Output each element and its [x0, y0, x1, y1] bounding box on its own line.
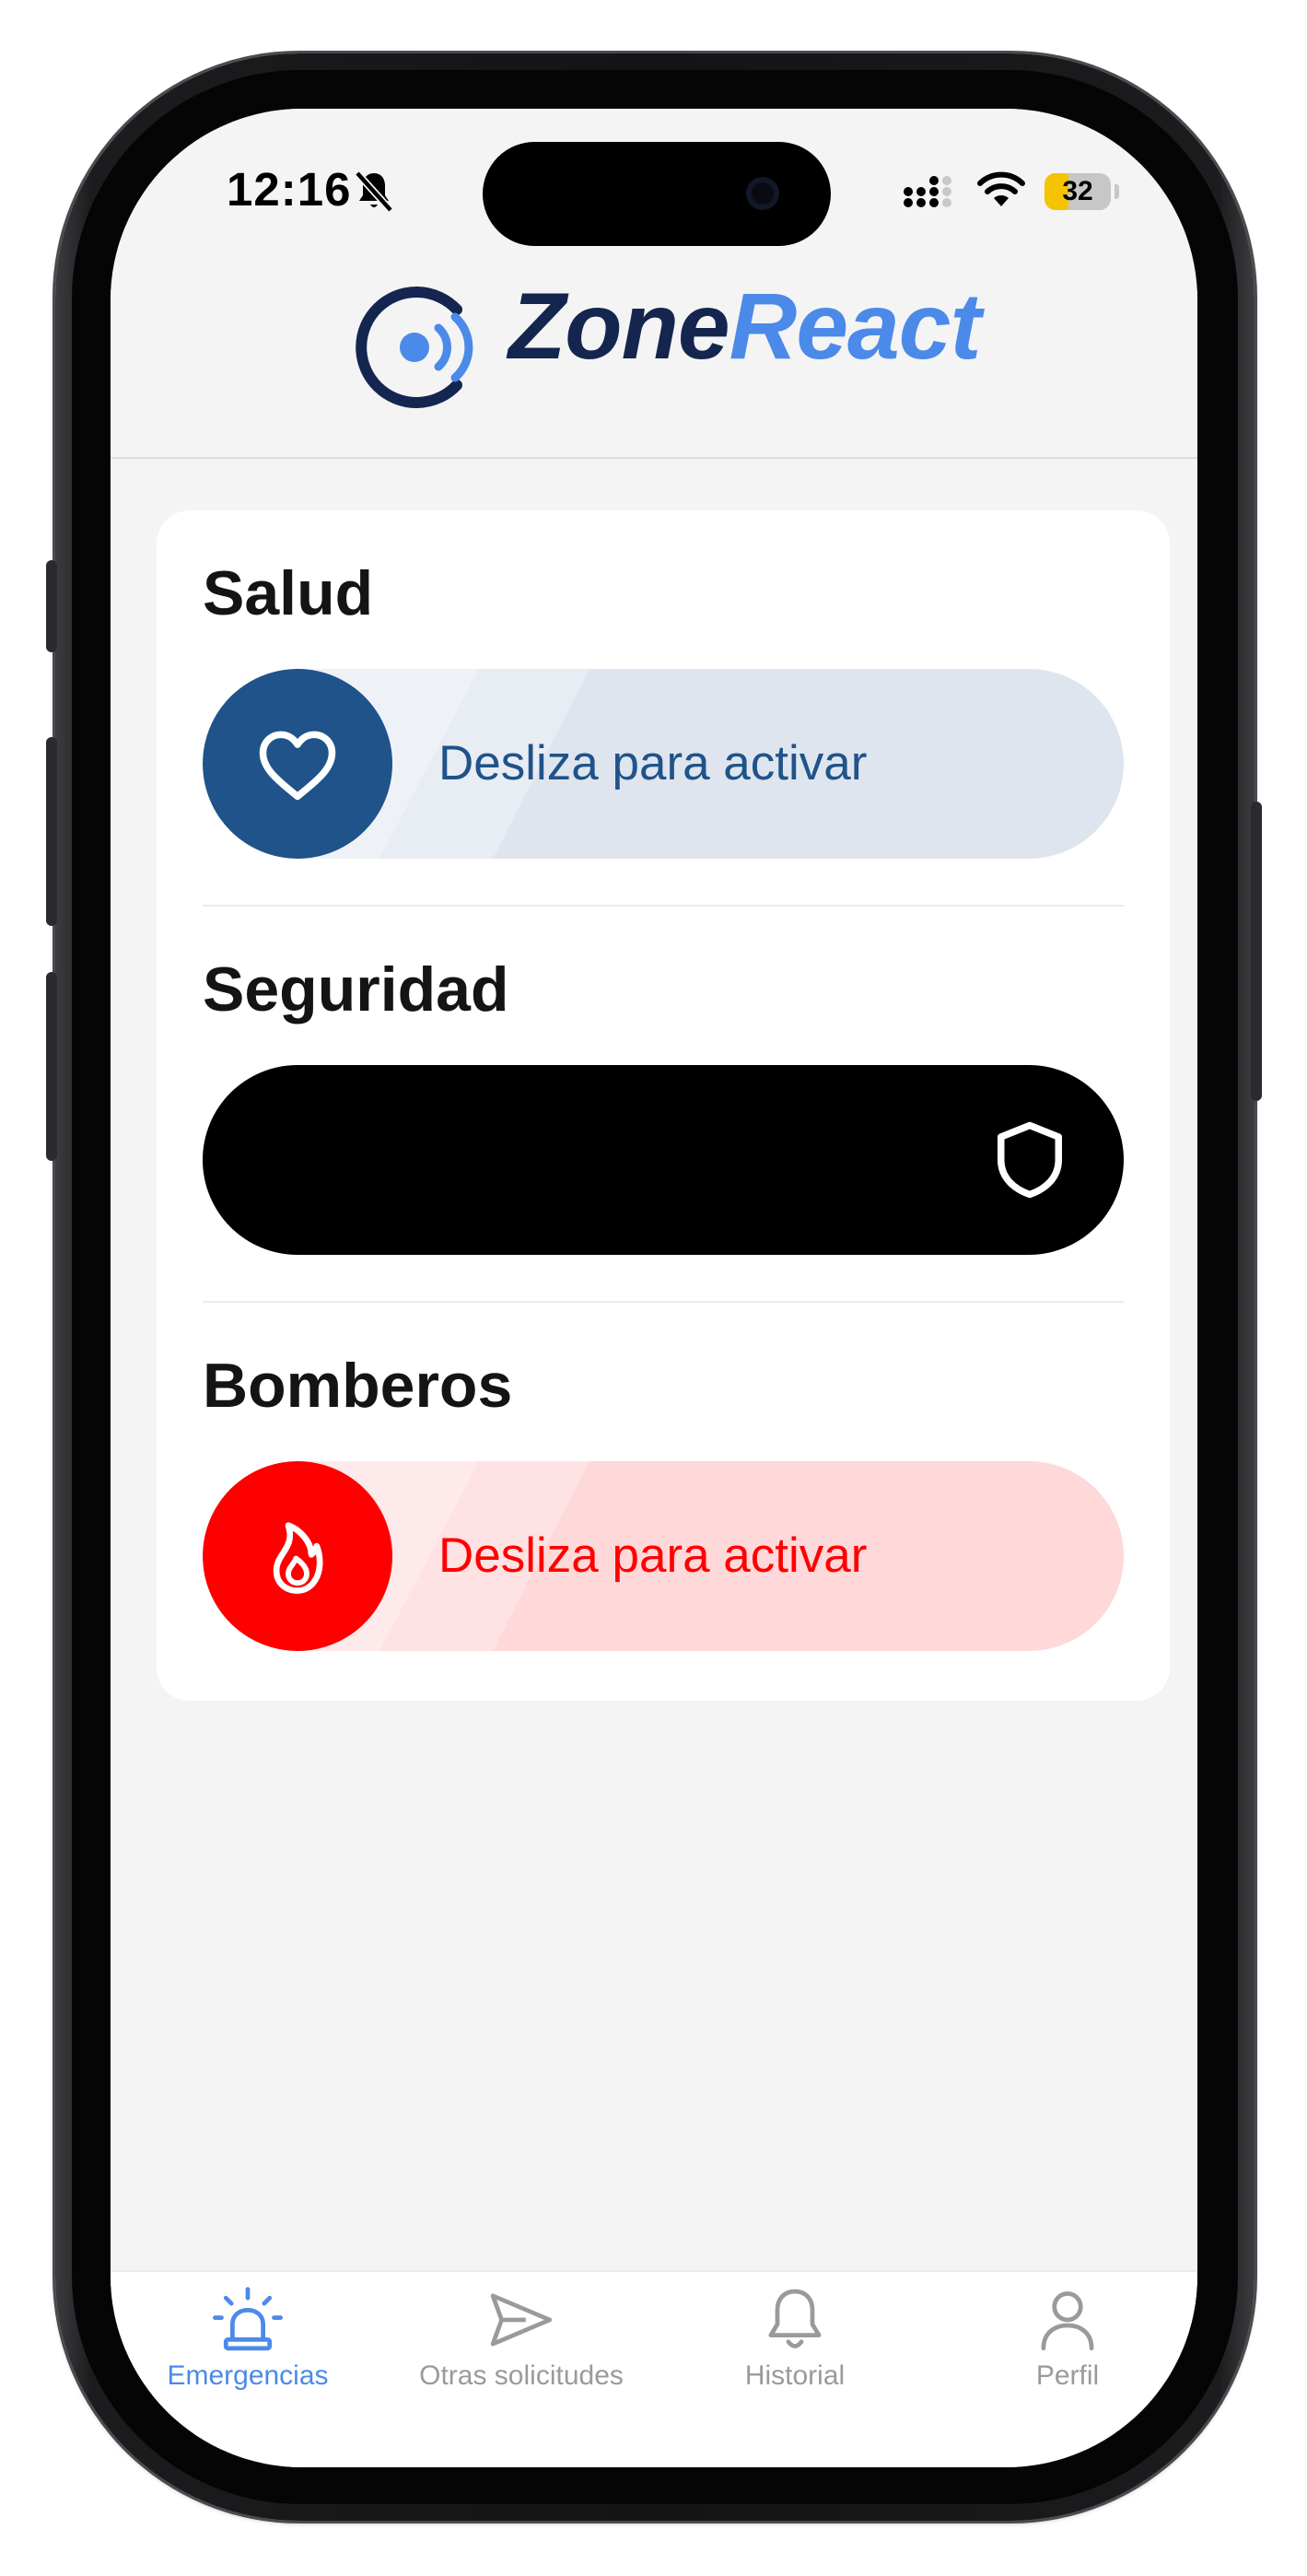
volume-up-button — [46, 737, 57, 926]
wifi-icon — [977, 171, 1025, 206]
bomberos-slider[interactable]: Desliza para activar — [203, 1461, 1124, 1651]
flame-icon — [273, 1522, 323, 1594]
siren-icon — [213, 2287, 283, 2351]
tab-label-emergencias: Emergencias — [167, 2360, 329, 2391]
cellular-signal-icon — [904, 176, 951, 207]
section-divider — [203, 905, 1124, 907]
bomberos-slider-label: Desliza para activar — [438, 1528, 868, 1583]
battery-level: 32 — [1062, 176, 1093, 206]
front-camera — [746, 177, 779, 210]
tab-label-historial: Historial — [744, 2360, 846, 2391]
action-button — [46, 560, 57, 652]
battery-tip — [1114, 184, 1119, 199]
status-time: 12:16 — [227, 163, 352, 216]
section-title-salud: Salud — [203, 558, 374, 628]
shield-icon[interactable] — [984, 1114, 1076, 1206]
heart-icon — [259, 731, 336, 801]
power-button — [1251, 802, 1262, 1101]
bomberos-slider-knob[interactable] — [203, 1461, 392, 1651]
emergency-card: Salud Desliza para activar Seguridad Bom… — [157, 510, 1170, 1701]
send-icon — [490, 2293, 553, 2347]
seguridad-slider[interactable] — [203, 1065, 1124, 1255]
section-divider — [203, 1301, 1124, 1303]
tab-historial[interactable]: Historial — [657, 2287, 933, 2406]
tab-label-otras-solicitudes: Otras solicitudes — [419, 2360, 624, 2391]
app-logo-text: ZoneReact — [508, 279, 981, 373]
zonereact-logo-icon — [356, 287, 473, 408]
salud-slider-label: Desliza para activar — [438, 736, 868, 790]
logo-text-zone: Zone — [508, 274, 730, 379]
tab-emergencias[interactable]: Emergencias — [111, 2287, 386, 2406]
tab-otras-solicitudes[interactable]: Otras solicitudes — [383, 2287, 659, 2406]
volume-down-button — [46, 972, 57, 1161]
tab-perfil[interactable]: Perfil — [929, 2287, 1197, 2406]
salud-slider[interactable]: Desliza para activar — [203, 669, 1124, 859]
section-title-bomberos: Bomberos — [203, 1351, 513, 1421]
logo-text-react: React — [729, 274, 982, 379]
salud-slider-knob[interactable] — [203, 669, 392, 859]
screen: 12:16 32 ZoneReact Salud Desliza para ac… — [111, 109, 1197, 2467]
user-icon — [1041, 2291, 1094, 2351]
tab-label-perfil: Perfil — [1035, 2360, 1100, 2391]
bell-icon — [768, 2289, 822, 2348]
battery-indicator: 32 — [1044, 173, 1111, 210]
silent-mode-icon — [355, 170, 393, 213]
section-title-seguridad: Seguridad — [203, 954, 509, 1025]
